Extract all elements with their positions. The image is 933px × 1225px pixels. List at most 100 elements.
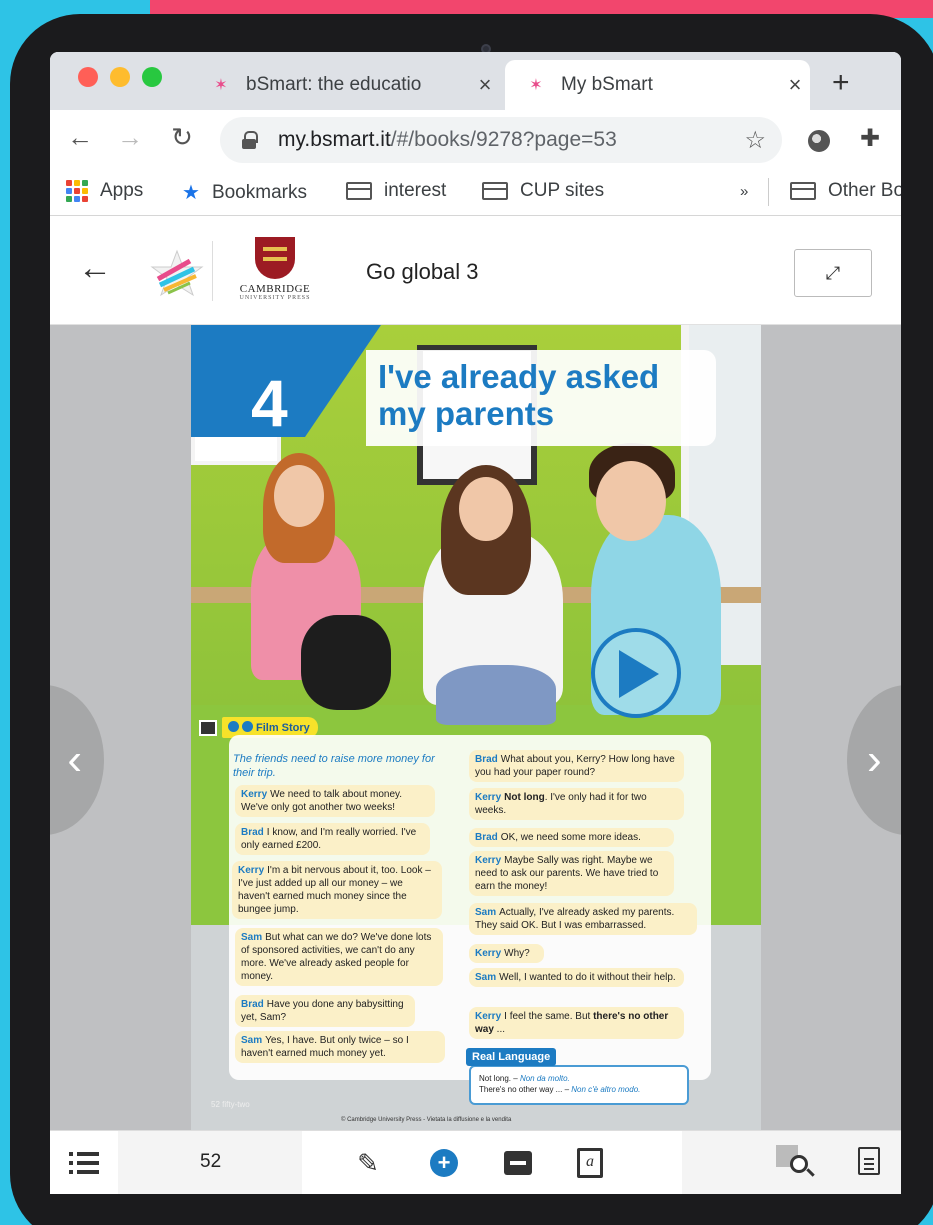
- lock-icon: [242, 131, 258, 149]
- back-icon[interactable]: ←: [62, 122, 98, 153]
- folder-icon: [346, 182, 372, 200]
- section-label: Film Story: [256, 722, 310, 734]
- speech-text: What about you, Kerry? How long have you…: [475, 754, 675, 778]
- speech-text: I feel the same. But: [504, 1011, 591, 1022]
- extension-icon[interactable]: [808, 130, 830, 152]
- reload-icon[interactable]: ↻: [164, 122, 200, 153]
- close-window-button[interactable]: [78, 67, 98, 87]
- pen-icon[interactable]: ✎: [352, 1147, 384, 1179]
- speech-bubble: Sam Well, I wanted to do it without their…: [469, 968, 684, 987]
- speaker: Sam: [475, 907, 497, 918]
- back-arrow-icon[interactable]: ←: [78, 249, 112, 288]
- book-page: 4 I've already asked my parents Film Sto…: [191, 325, 761, 1130]
- chevron-right-icon: ›: [867, 735, 882, 784]
- speech-bubble: Sam Yes, I have. But only twice – so I ha…: [235, 1031, 445, 1063]
- search-handle: [806, 1168, 815, 1177]
- copyright-notice: © Cambridge University Press - Vietata l…: [341, 1117, 512, 1123]
- unit-title: I've already asked my parents: [378, 358, 660, 432]
- drawer-icon[interactable]: [502, 1147, 534, 1179]
- dictionary-icon[interactable]: a: [574, 1147, 606, 1179]
- plus-icon: +: [430, 1149, 458, 1177]
- speech-bubble: Kerry Maybe Sally was right. Maybe we nee…: [469, 851, 674, 896]
- bookmark-apps[interactable]: Apps: [66, 180, 143, 202]
- speaker: Kerry: [475, 948, 502, 959]
- cambridge-logo: CAMBRIDGE UNIVERSITY PRESS: [230, 237, 320, 317]
- speaker: Brad: [241, 827, 264, 838]
- tab-bsmart-education[interactable]: ✶ bSmart: the educatio ×: [210, 60, 500, 110]
- extensions-puzzle-icon[interactable]: ✚: [860, 124, 880, 153]
- speaker: Sam: [241, 1035, 263, 1046]
- bookmark-label: Other Bo: [828, 180, 901, 201]
- bookmarks-bar: Apps ★ Bookmarks interest CUP sites » Ot…: [50, 170, 901, 216]
- document-icon[interactable]: [858, 1147, 880, 1175]
- tab-my-bsmart[interactable]: ✶ My bSmart ×: [505, 60, 810, 110]
- speaker: Kerry: [475, 1011, 502, 1022]
- speech-bubble: Sam But what can we do? We've done lots o…: [235, 928, 443, 986]
- reader-bottom-toolbar: 52 ✎ + a: [50, 1130, 901, 1194]
- rl-english: There's no other way ... –: [479, 1085, 570, 1094]
- previous-page-button[interactable]: ‹: [50, 685, 104, 835]
- speech-text: OK, we need some more ideas.: [500, 832, 641, 843]
- speech-text: Well, I wanted to do it without their he…: [499, 972, 676, 983]
- reader-header: ← CAMBRIDGE UNIVERSITY PRESS Go global 3…: [50, 217, 901, 325]
- speaker: Sam: [475, 972, 497, 983]
- photo-jeans: [436, 665, 556, 725]
- search-page-icon[interactable]: [776, 1145, 816, 1181]
- real-language-tag: Real Language: [466, 1048, 557, 1066]
- expand-icon: ⤢: [825, 262, 841, 283]
- play-icon: [619, 650, 659, 698]
- publisher-subtitle: UNIVERSITY PRESS: [239, 295, 311, 301]
- minimize-window-button[interactable]: [110, 67, 130, 87]
- speech-bubble: Kerry We need to talk about money. We've …: [235, 785, 435, 817]
- add-content-button[interactable]: +: [428, 1147, 460, 1179]
- speech-text: I know, and I'm really worried. I've onl…: [241, 827, 417, 851]
- address-bar[interactable]: my.bsmart.it/#/books/9278?page=53 ☆: [220, 117, 782, 163]
- speech-bold: Not long: [504, 792, 545, 803]
- header-divider: [212, 241, 213, 301]
- speech-bubble: Brad I know, and I'm really worried. I've…: [235, 823, 430, 855]
- forward-icon[interactable]: →: [112, 122, 148, 153]
- close-tab-icon[interactable]: ×: [470, 72, 500, 98]
- tab-title: bSmart: the educatio: [246, 74, 422, 95]
- apps-grid-icon: [66, 180, 88, 202]
- drawer-shape: [504, 1151, 532, 1175]
- speech-bubble: Brad What about you, Kerry? How long have…: [469, 750, 684, 782]
- speaker: Kerry: [238, 865, 265, 876]
- folder-icon: [790, 182, 816, 200]
- speech-text: Have you done any babysitting yet, Sam?: [241, 999, 404, 1023]
- bookmarks-divider: [768, 178, 769, 206]
- url-host: my.bsmart.it: [278, 128, 391, 151]
- browser-toolbar: ← → ↻ my.bsmart.it/#/books/9278?page=53 …: [50, 110, 901, 170]
- bookmarks-overflow-button[interactable]: »: [740, 183, 748, 200]
- page-number-display[interactable]: 52: [200, 1151, 221, 1173]
- bookmark-bookmarks[interactable]: ★ Bookmarks: [182, 180, 307, 205]
- page-footer: 52 fifty-two: [211, 1100, 250, 1109]
- next-page-button[interactable]: ›: [847, 685, 901, 835]
- folder-icon: [482, 182, 508, 200]
- speech-bubble: Kerry I'm a bit nervous about it, too. Lo…: [232, 861, 442, 919]
- rl-english: Not long. –: [479, 1074, 518, 1083]
- speech-bubble: Brad Have you done any babysitting yet, S…: [235, 995, 415, 1027]
- photo-face: [274, 465, 324, 527]
- fullscreen-button[interactable]: ⤢: [794, 249, 872, 297]
- tools-group: ✎ + a: [302, 1131, 682, 1194]
- speaker: Brad: [475, 754, 498, 765]
- maximize-window-button[interactable]: [142, 67, 162, 87]
- new-tab-button[interactable]: +: [832, 66, 850, 100]
- audio-icon: [242, 721, 253, 732]
- dictionary-shape: a: [577, 1148, 603, 1178]
- speaker: Kerry: [241, 789, 268, 800]
- close-tab-icon[interactable]: ×: [780, 72, 810, 98]
- book-title: Go global 3: [366, 259, 479, 284]
- bookmark-cup-sites[interactable]: CUP sites: [482, 180, 604, 202]
- table-of-contents-button[interactable]: [50, 1131, 118, 1194]
- cambridge-shield-icon: [255, 237, 295, 279]
- globe-icon: [228, 721, 239, 732]
- speaker: Brad: [475, 832, 498, 843]
- bookmark-star-icon[interactable]: ☆: [744, 126, 766, 155]
- bookmark-interest[interactable]: interest: [346, 180, 446, 202]
- speech-bubble: Kerry I feel the same. But there's no oth…: [469, 1007, 684, 1039]
- bookmark-other[interactable]: Other Bo: [790, 180, 901, 202]
- bookmark-label: CUP sites: [520, 180, 605, 201]
- book-reader: 4 I've already asked my parents Film Sto…: [50, 325, 901, 1130]
